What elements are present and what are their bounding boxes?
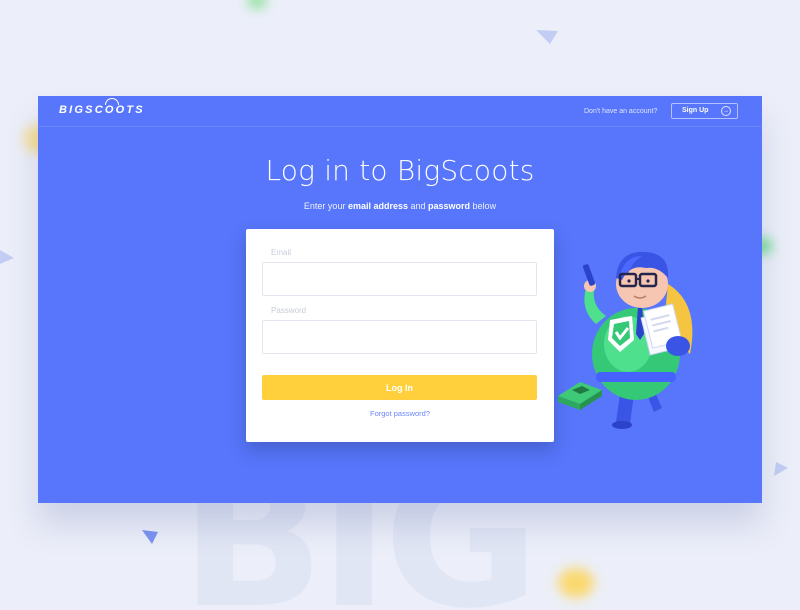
email-field[interactable]: [262, 262, 537, 296]
decorative-shard-bottom: [142, 530, 158, 544]
decorative-shard-left: [0, 250, 14, 264]
sign-in-icon: →: [721, 106, 731, 116]
subtitle-email: email address: [347, 201, 408, 211]
login-card: Email Password Log In Forgot password?: [246, 229, 554, 442]
decorative-shard-right: [774, 462, 788, 476]
subtitle-password: password: [428, 201, 471, 211]
email-label: Email: [271, 248, 292, 257]
decorative-blob-green-top: [248, 0, 266, 8]
signup-button[interactable]: Sign Up →: [671, 103, 738, 119]
page-title: Log in to BigScoots: [265, 154, 535, 187]
top-bar: BIGSCOOTS Don't have an account? Sign Up…: [38, 96, 762, 127]
subtitle-middle: and: [408, 201, 429, 211]
logo-text: BIGSCOOTS: [59, 104, 145, 116]
decorative-shard-top: [536, 30, 558, 44]
bigscoots-logo[interactable]: BIGSCOOTS: [59, 104, 145, 116]
signup-label: Sign Up: [682, 107, 709, 114]
decorative-blob-yellow-bottom: [558, 568, 594, 598]
page-subtitle: Enter your email address and password be…: [38, 201, 762, 211]
login-button[interactable]: Log In: [262, 375, 537, 400]
password-field[interactable]: [262, 320, 537, 354]
subtitle-suffix: below: [470, 201, 497, 211]
account-prompt: Don't have an account?: [584, 108, 658, 115]
logo-arc-mark: [105, 98, 119, 105]
mascot-illustration: [558, 251, 693, 429]
login-panel: BIGSCOOTS Don't have an account? Sign Up…: [38, 96, 762, 503]
password-label: Password: [271, 306, 307, 315]
subtitle-prefix: Enter your: [303, 201, 348, 211]
forgot-password-link[interactable]: Forgot password?: [246, 409, 554, 418]
